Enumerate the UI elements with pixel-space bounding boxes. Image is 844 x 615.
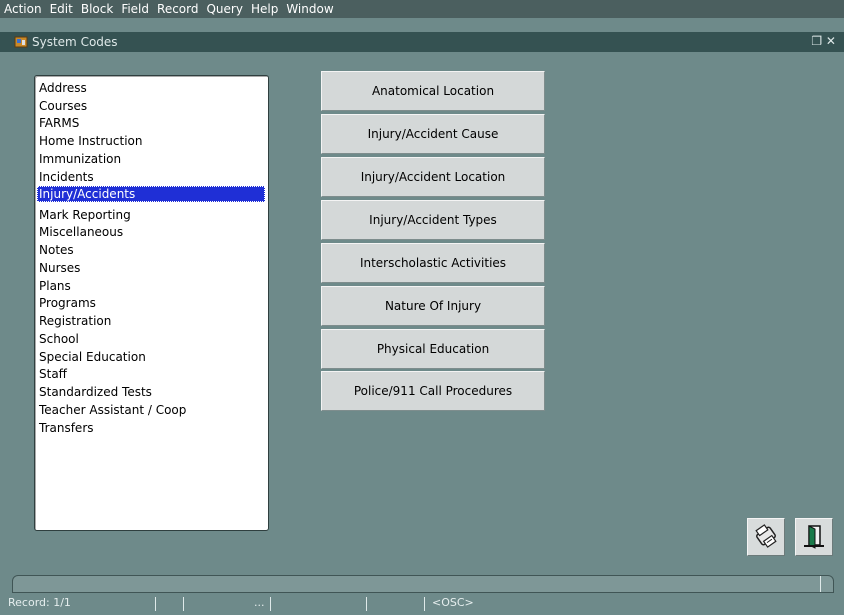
menu-record[interactable]: Record <box>157 2 198 16</box>
menu-bar: Action Edit Block Field Record Query Hel… <box>0 0 844 18</box>
printer-icon <box>752 522 780 553</box>
menu-help[interactable]: Help <box>251 2 278 16</box>
injury-accident-cause-button[interactable]: Injury/Accident Cause <box>321 114 545 154</box>
status-divider <box>424 597 425 611</box>
menu-query[interactable]: Query <box>206 2 242 16</box>
list-item[interactable]: Teacher Assistant / Coop <box>37 402 265 418</box>
exit-door-icon <box>800 522 828 553</box>
list-item[interactable]: Home Instruction <box>37 133 265 149</box>
menu-window[interactable]: Window <box>286 2 333 16</box>
status-divider <box>155 597 156 611</box>
anatomical-location-button[interactable]: Anatomical Location <box>321 71 545 111</box>
message-bar-divider <box>820 576 821 592</box>
list-item[interactable]: Staff <box>37 366 265 382</box>
physical-education-button[interactable]: Physical Education <box>321 329 545 369</box>
injury-accident-location-button[interactable]: Injury/Accident Location <box>321 157 545 197</box>
list-item[interactable]: Nurses <box>37 260 265 276</box>
injury-accident-types-button[interactable]: Injury/Accident Types <box>321 200 545 240</box>
status-divider <box>366 597 367 611</box>
status-bar: Record: 1/1 ... <OSC> <box>0 593 844 615</box>
list-item[interactable]: Miscellaneous <box>37 224 265 240</box>
list-item[interactable]: Incidents <box>37 169 265 185</box>
restore-window-icon[interactable]: ❐ ✕ <box>811 34 836 48</box>
print-button[interactable] <box>747 518 785 556</box>
mode-indicator: <OSC> <box>432 596 474 609</box>
list-item[interactable]: Special Education <box>37 349 265 365</box>
list-item[interactable]: Address <box>37 80 265 96</box>
menu-block[interactable]: Block <box>81 2 113 16</box>
nature-of-injury-button[interactable]: Nature Of Injury <box>321 286 545 326</box>
window-title-bar: System Codes ❐ ✕ <box>0 32 844 52</box>
list-item[interactable]: Immunization <box>37 151 265 167</box>
list-item[interactable]: Programs <box>37 295 265 311</box>
list-item[interactable]: Transfers <box>37 420 265 436</box>
message-bar <box>12 575 834 593</box>
list-item[interactable]: Mark Reporting <box>37 207 265 223</box>
status-ellipsis: ... <box>254 596 265 609</box>
list-item-selected[interactable]: Injury/Accidents <box>37 186 265 202</box>
list-item[interactable]: Notes <box>37 242 265 258</box>
list-item[interactable]: Courses <box>37 98 265 114</box>
list-item[interactable]: FARMS <box>37 115 265 131</box>
list-item[interactable]: Plans <box>37 278 265 294</box>
app-icon <box>14 35 28 49</box>
list-item[interactable]: Registration <box>37 313 265 329</box>
system-code-list[interactable]: Address Courses FARMS Home Instruction I… <box>34 75 269 531</box>
police-911-call-procedures-button[interactable]: Police/911 Call Procedures <box>321 371 545 411</box>
status-divider <box>183 597 184 611</box>
list-item[interactable]: School <box>37 331 265 347</box>
list-item[interactable]: Standardized Tests <box>37 384 265 400</box>
menu-edit[interactable]: Edit <box>50 2 73 16</box>
record-indicator: Record: 1/1 <box>8 596 71 609</box>
menu-field[interactable]: Field <box>121 2 149 16</box>
exit-button[interactable] <box>795 518 833 556</box>
interscholastic-activities-button[interactable]: Interscholastic Activities <box>321 243 545 283</box>
status-divider <box>270 597 271 611</box>
menu-action[interactable]: Action <box>4 2 42 16</box>
window-title: System Codes <box>32 35 118 49</box>
